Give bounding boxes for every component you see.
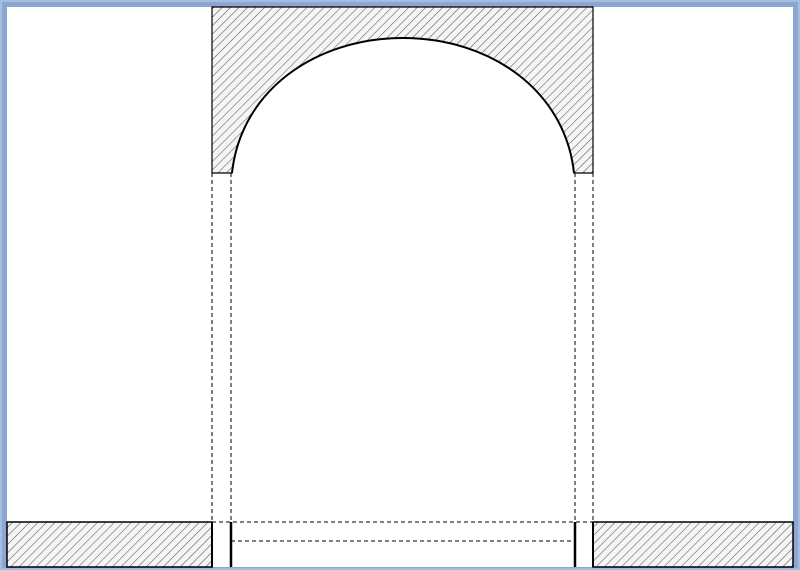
left-wall-section bbox=[6, 521, 213, 568]
drawing-canvas bbox=[0, 0, 800, 570]
drawing-window bbox=[0, 0, 800, 570]
canvas-area bbox=[7, 7, 793, 567]
right-wall-section bbox=[592, 521, 794, 568]
